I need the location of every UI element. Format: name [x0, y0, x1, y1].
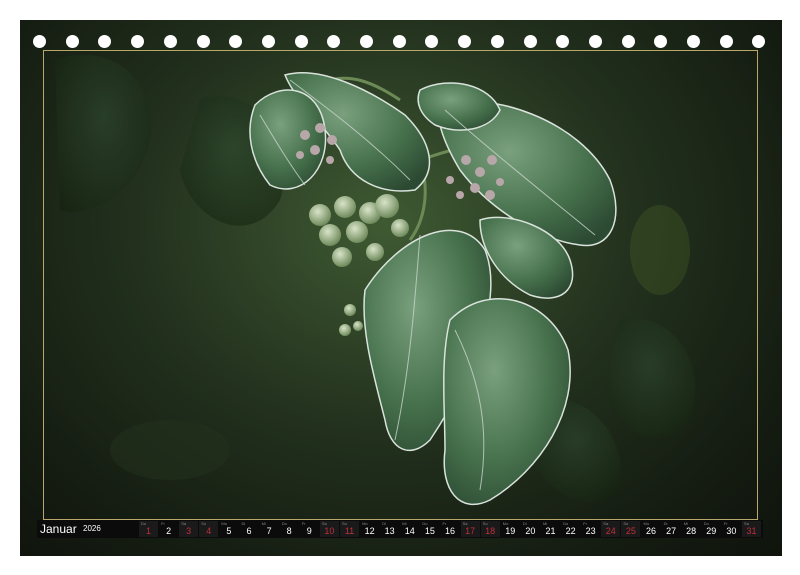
month-label: Januar [40, 522, 77, 536]
day-number: 11 [344, 526, 355, 536]
day-number: 20 [525, 526, 536, 536]
day-cell: Mo 19 [501, 521, 520, 537]
year-label: 2026 [83, 524, 101, 533]
binding-hole [65, 35, 79, 48]
day-cell: Fr 9 [300, 521, 319, 537]
binding-hole [556, 35, 570, 48]
binding-hole [621, 35, 635, 48]
day-cell: Mo 12 [360, 521, 379, 537]
day-cell: Do 29 [702, 521, 721, 537]
day-number: 16 [444, 526, 455, 536]
calendar-strip: Januar 2026 Do 1 Fr 2 Sa 3 So 4 Mo 5 Di 6 Mi 7 Do 8 Fr 9 S… [37, 520, 763, 538]
binding-hole [588, 35, 602, 48]
binding-hole [523, 35, 537, 48]
day-number: 6 [246, 526, 252, 536]
binding-hole [196, 35, 210, 48]
binding-hole [654, 35, 668, 48]
day-cell: Sa 3 [179, 521, 199, 537]
binding-hole [719, 35, 733, 48]
day-number: 24 [605, 526, 616, 536]
day-number: 14 [404, 526, 415, 536]
day-number: 8 [286, 526, 292, 536]
day-cell: Do 15 [420, 521, 439, 537]
day-cell: Do 8 [280, 521, 299, 537]
binding-hole [458, 35, 472, 48]
day-cell: Mi 28 [682, 521, 701, 537]
day-cell: So 18 [480, 521, 500, 537]
day-cell: Fr 2 [159, 521, 178, 537]
day-number: 19 [505, 526, 516, 536]
day-number: 4 [206, 526, 212, 536]
binding-hole [163, 35, 177, 48]
binding-hole [752, 35, 766, 48]
day-cell: So 4 [199, 521, 219, 537]
day-number: 9 [306, 526, 312, 536]
day-number: 13 [384, 526, 395, 536]
day-cell: Di 20 [521, 521, 540, 537]
day-cell: Sa 24 [601, 521, 621, 537]
binding-hole [98, 35, 112, 48]
binding-hole [490, 35, 504, 48]
binding-hole [360, 35, 373, 48]
day-number: 17 [465, 526, 476, 536]
day-number: 2 [166, 526, 172, 536]
day-number: 10 [324, 526, 335, 536]
day-number: 28 [686, 526, 697, 536]
day-cell: Mo 5 [219, 521, 238, 537]
day-number: 22 [565, 526, 576, 536]
day-cell: Sa 31 [742, 521, 761, 537]
spiral-binding [33, 35, 773, 49]
day-cell: Fr 30 [722, 521, 741, 537]
day-cell: Mo 26 [642, 521, 661, 537]
day-cell: Fr 16 [441, 521, 460, 537]
binding-hole [294, 35, 308, 48]
day-cell: Sa 17 [460, 521, 480, 537]
binding-hole [687, 35, 700, 48]
day-number: 26 [645, 526, 656, 536]
day-number: 29 [706, 526, 717, 536]
binding-hole [392, 35, 406, 48]
day-cell: Mi 7 [260, 521, 279, 537]
photo-frame [43, 50, 758, 520]
day-number: 7 [266, 526, 272, 536]
day-number: 21 [545, 526, 556, 536]
day-number: 23 [585, 526, 596, 536]
binding-hole [229, 35, 243, 48]
day-cell: So 11 [340, 521, 359, 537]
day-cell: Do 1 [139, 521, 158, 537]
day-cell: Do 22 [561, 521, 580, 537]
day-number: 3 [186, 526, 192, 536]
day-number: 27 [666, 526, 677, 536]
binding-hole [131, 35, 145, 48]
day-cell: Di 27 [662, 521, 681, 537]
day-cell: Fr 23 [581, 521, 600, 537]
day-number: 1 [145, 526, 151, 536]
day-number: 12 [364, 526, 375, 536]
day-cell: Mi 14 [400, 521, 419, 537]
day-cell: Mi 21 [541, 521, 560, 537]
day-number: 25 [625, 526, 636, 536]
day-number: 30 [726, 526, 737, 536]
day-cell: Sa 10 [319, 521, 339, 537]
day-number: 18 [485, 526, 496, 536]
day-cell: Di 13 [380, 521, 399, 537]
day-number: 5 [226, 526, 232, 536]
binding-hole [327, 35, 341, 48]
binding-hole [261, 35, 275, 48]
day-cell: Di 6 [240, 521, 259, 537]
day-number: 15 [424, 526, 435, 536]
binding-hole [425, 35, 439, 48]
day-cell: So 25 [621, 521, 641, 537]
day-number: 31 [746, 526, 757, 536]
binding-hole [33, 35, 46, 48]
